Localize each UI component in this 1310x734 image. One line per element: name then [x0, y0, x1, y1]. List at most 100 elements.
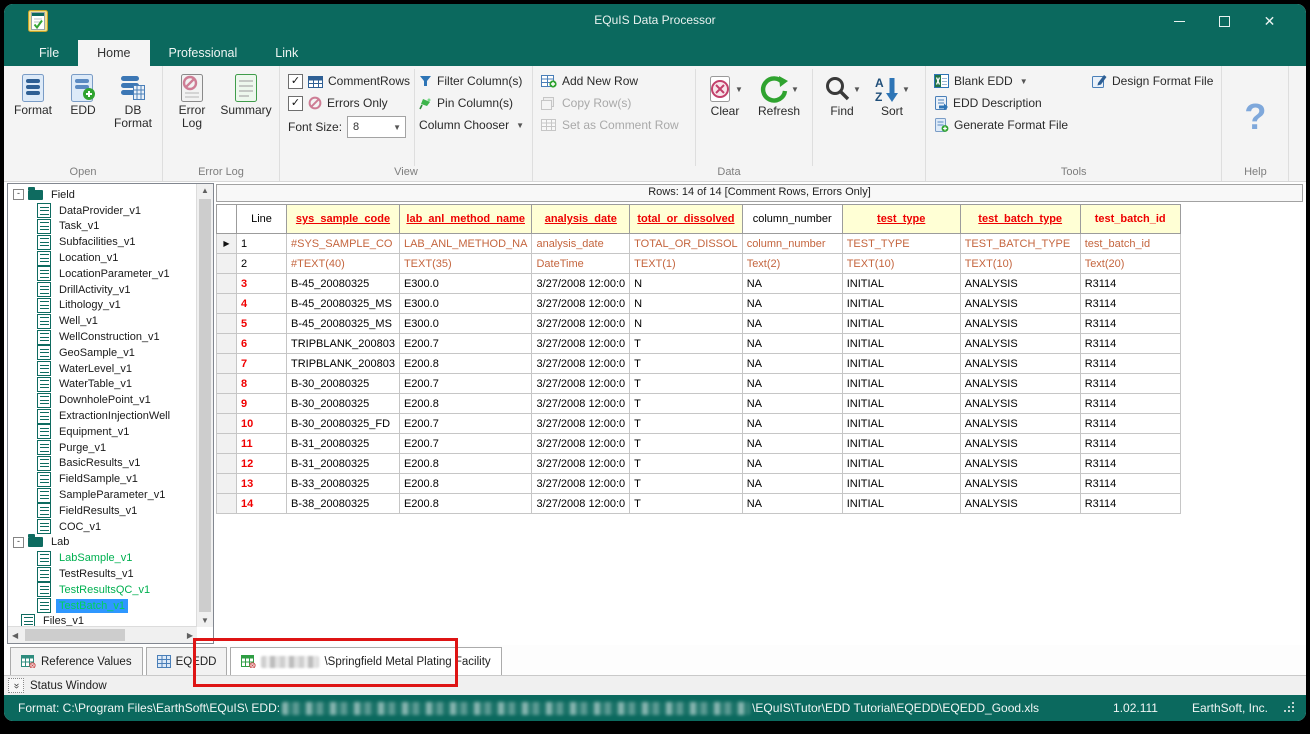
- grid-cell[interactable]: T: [630, 434, 743, 454]
- line-number-cell[interactable]: 12: [237, 454, 287, 474]
- grid-cell[interactable]: E200.8: [399, 394, 532, 414]
- grid-cell[interactable]: column_number: [742, 234, 842, 254]
- font-size-select[interactable]: 8▼: [347, 116, 406, 138]
- tree-item-DataProvider_v1[interactable]: DataProvider_v1: [8, 203, 197, 219]
- grid-cell[interactable]: INITIAL: [842, 454, 960, 474]
- grid-cell[interactable]: B-30_20080325: [287, 394, 400, 414]
- grid-cell[interactable]: T: [630, 494, 743, 514]
- grid-cell[interactable]: ANALYSIS: [960, 294, 1080, 314]
- grid-cell[interactable]: NA: [742, 494, 842, 514]
- row-selector[interactable]: [217, 434, 237, 454]
- grid-cell[interactable]: R3114: [1080, 494, 1180, 514]
- grid-cell[interactable]: TEST_TYPE: [842, 234, 960, 254]
- grid-cell[interactable]: INITIAL: [842, 434, 960, 454]
- grid-cell[interactable]: T: [630, 354, 743, 374]
- row-selector[interactable]: [217, 334, 237, 354]
- expand-status-icon[interactable]: »: [8, 678, 24, 693]
- grid-cell[interactable]: Text(20): [1080, 254, 1180, 274]
- scrollbar-thumb[interactable]: [199, 199, 211, 612]
- row-selector[interactable]: [217, 314, 237, 334]
- grid-cell[interactable]: TRIPBLANK_200803: [287, 334, 400, 354]
- line-number-cell[interactable]: 4: [237, 294, 287, 314]
- tree-item-Field[interactable]: -Field: [8, 187, 197, 203]
- tree-item-FieldResults_v1[interactable]: FieldResults_v1: [8, 503, 197, 519]
- row-selector[interactable]: [217, 494, 237, 514]
- collapse-icon[interactable]: -: [13, 537, 24, 548]
- grid-cell[interactable]: 3/27/2008 12:00:0: [532, 294, 630, 314]
- tree-item-DownholePoint_v1[interactable]: DownholePoint_v1: [8, 392, 197, 408]
- grid-cell[interactable]: NA: [742, 474, 842, 494]
- grid-cell[interactable]: ANALYSIS: [960, 494, 1080, 514]
- grid-cell[interactable]: INITIAL: [842, 414, 960, 434]
- grid-cell[interactable]: 3/27/2008 12:00:0: [532, 474, 630, 494]
- grid-cell[interactable]: TEXT(35): [399, 254, 532, 274]
- grid-cell[interactable]: NA: [742, 454, 842, 474]
- grid-cell[interactable]: INITIAL: [842, 294, 960, 314]
- help-button[interactable]: ?: [1244, 99, 1266, 135]
- grid-cell[interactable]: 3/27/2008 12:00:0: [532, 334, 630, 354]
- grid-cell[interactable]: NA: [742, 394, 842, 414]
- grid-cell[interactable]: TEXT(1): [630, 254, 743, 274]
- grid-cell[interactable]: 3/27/2008 12:00:0: [532, 354, 630, 374]
- tab-professional[interactable]: Professional: [150, 40, 257, 66]
- scroll-down-icon[interactable]: ▼: [197, 614, 213, 627]
- scroll-right-icon[interactable]: ▶: [183, 629, 197, 642]
- grid-cell[interactable]: R3114: [1080, 294, 1180, 314]
- grid-cell[interactable]: TEXT(10): [842, 254, 960, 274]
- grid-cell[interactable]: ANALYSIS: [960, 454, 1080, 474]
- row-selector[interactable]: [217, 354, 237, 374]
- grid-cell[interactable]: B-30_20080325: [287, 374, 400, 394]
- line-number-cell[interactable]: 3: [237, 274, 287, 294]
- tree-item-DrillActivity_v1[interactable]: DrillActivity_v1: [8, 282, 197, 298]
- line-number-cell[interactable]: 8: [237, 374, 287, 394]
- tree-item-BasicResults_v1[interactable]: BasicResults_v1: [8, 456, 197, 472]
- grid-cell[interactable]: DateTime: [532, 254, 630, 274]
- scroll-up-icon[interactable]: ▲: [197, 184, 213, 197]
- line-number-cell[interactable]: 10: [237, 414, 287, 434]
- line-number-cell[interactable]: 11: [237, 434, 287, 454]
- tree-item-TestResultsQC_v1[interactable]: TestResultsQC_v1: [8, 582, 197, 598]
- grid-cell[interactable]: TOTAL_OR_DISSOL: [630, 234, 743, 254]
- edd-description-button[interactable]: EDD Description: [934, 92, 1084, 114]
- grid-cell[interactable]: B-45_20080325_MS: [287, 314, 400, 334]
- grid-cell[interactable]: NA: [742, 314, 842, 334]
- tree-item-GeoSample_v1[interactable]: GeoSample_v1: [8, 345, 197, 361]
- grid-cell[interactable]: ANALYSIS: [960, 334, 1080, 354]
- tree-item-Files_v1[interactable]: Files_v1: [8, 614, 197, 627]
- grid-cell[interactable]: INITIAL: [842, 274, 960, 294]
- grid-cell[interactable]: ANALYSIS: [960, 394, 1080, 414]
- grid-cell[interactable]: R3114: [1080, 374, 1180, 394]
- grid-cell[interactable]: test_batch_id: [1080, 234, 1180, 254]
- grid-cell[interactable]: B-30_20080325_FD: [287, 414, 400, 434]
- column-header-test_batch_type[interactable]: test_batch_type: [960, 205, 1080, 234]
- grid-cell[interactable]: T: [630, 394, 743, 414]
- line-number-cell[interactable]: 7: [237, 354, 287, 374]
- grid-cell[interactable]: INITIAL: [842, 394, 960, 414]
- grid-cell[interactable]: INITIAL: [842, 494, 960, 514]
- grid-cell[interactable]: B-31_20080325: [287, 434, 400, 454]
- add-new-row-button[interactable]: Add New Row: [541, 70, 691, 92]
- grid-cell[interactable]: E200.8: [399, 494, 532, 514]
- grid-cell[interactable]: E300.0: [399, 294, 532, 314]
- pin-columns-button[interactable]: Pin Column(s): [419, 92, 524, 114]
- grid-cell[interactable]: NA: [742, 414, 842, 434]
- column-header-test_batch_id[interactable]: test_batch_id: [1080, 205, 1180, 234]
- tree-item-LocationParameter_v1[interactable]: LocationParameter_v1: [8, 266, 197, 282]
- grid-cell[interactable]: N: [630, 274, 743, 294]
- grid-cell[interactable]: NA: [742, 354, 842, 374]
- grid-cell[interactable]: T: [630, 454, 743, 474]
- line-number-cell[interactable]: 6: [237, 334, 287, 354]
- grid-cell[interactable]: TRIPBLANK_200803: [287, 354, 400, 374]
- grid-cell[interactable]: B-31_20080325: [287, 454, 400, 474]
- line-number-cell[interactable]: 9: [237, 394, 287, 414]
- tab-home[interactable]: Home: [78, 40, 149, 66]
- grid-cell[interactable]: B-33_20080325: [287, 474, 400, 494]
- grid-cell[interactable]: LAB_ANL_METHOD_NA: [399, 234, 532, 254]
- grid-cell[interactable]: B-45_20080325: [287, 274, 400, 294]
- tree-item-LabSample_v1[interactable]: LabSample_v1: [8, 550, 197, 566]
- tree-item-WaterTable_v1[interactable]: WaterTable_v1: [8, 377, 197, 393]
- tab-facility-edd[interactable]: \Springfield Metal Plating Facility: [230, 647, 501, 675]
- grid-cell[interactable]: E200.8: [399, 454, 532, 474]
- tree-item-Equipment_v1[interactable]: Equipment_v1: [8, 424, 197, 440]
- grid-cell[interactable]: 3/27/2008 12:00:0: [532, 314, 630, 334]
